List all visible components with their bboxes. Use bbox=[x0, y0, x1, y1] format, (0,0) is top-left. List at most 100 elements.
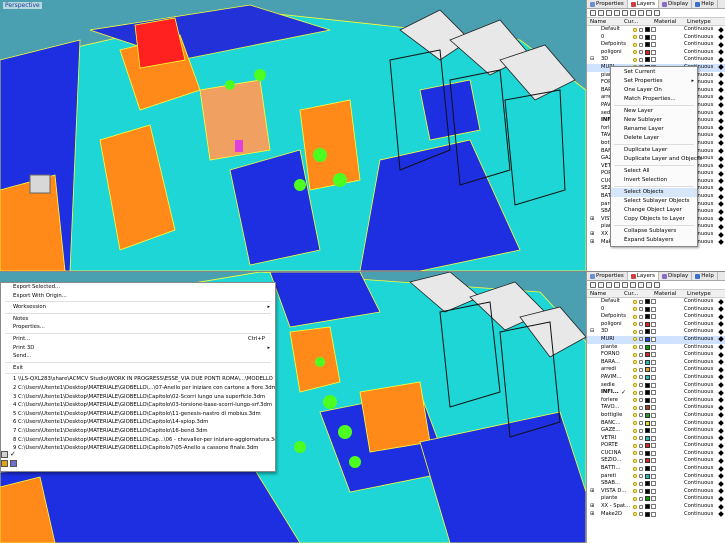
material-swatch[interactable] bbox=[651, 306, 656, 312]
layer-row[interactable]: ⊞ XX - Spat... Continuous bbox=[587, 503, 725, 511]
print-color-icon[interactable] bbox=[718, 163, 724, 170]
layer-color-swatch[interactable] bbox=[645, 321, 650, 327]
material-swatch[interactable] bbox=[651, 374, 656, 380]
layer-color-swatch[interactable] bbox=[645, 336, 650, 342]
expander-icon[interactable]: ⊞ bbox=[590, 216, 594, 224]
visibility-bulb-icon[interactable] bbox=[633, 413, 637, 418]
context-menu-item[interactable]: Select Objects bbox=[611, 188, 697, 197]
column-current[interactable]: Cur... bbox=[621, 19, 651, 25]
select-tool-icon[interactable] bbox=[1, 451, 8, 458]
file-menu-item[interactable]: Notes bbox=[1, 315, 275, 324]
lock-icon[interactable] bbox=[639, 337, 643, 342]
visibility-bulb-icon[interactable] bbox=[633, 307, 637, 312]
layer-row[interactable]: PORTE Continuous bbox=[587, 442, 725, 450]
linetype-label[interactable]: Continuous bbox=[684, 344, 713, 352]
linetype-label[interactable]: Continuous bbox=[684, 450, 713, 458]
print-color-icon[interactable] bbox=[718, 321, 724, 328]
lock-icon[interactable] bbox=[639, 413, 643, 418]
visibility-bulb-icon[interactable] bbox=[633, 375, 637, 380]
linetype-label[interactable]: Continuous bbox=[684, 457, 713, 465]
layer-color-swatch[interactable] bbox=[645, 382, 650, 388]
gumball-tool-icon[interactable] bbox=[1, 460, 8, 467]
visibility-bulb-icon[interactable] bbox=[633, 50, 637, 55]
print-color-icon[interactable] bbox=[718, 450, 724, 457]
expander-icon[interactable]: ⊞ bbox=[590, 503, 594, 511]
linetype-label[interactable]: Continuous bbox=[684, 374, 713, 382]
file-menu-item[interactable]: 2 C:\Users\Utente1\Desktop\MATERIALE\GIO… bbox=[1, 384, 275, 393]
visibility-bulb-icon[interactable] bbox=[633, 42, 637, 47]
tab-layers[interactable]: Layers bbox=[627, 272, 659, 280]
print-color-icon[interactable] bbox=[718, 72, 724, 78]
layer-row[interactable]: sedie Continuous bbox=[587, 382, 725, 390]
layer-color-swatch[interactable] bbox=[645, 352, 650, 358]
print-color-icon[interactable] bbox=[718, 87, 724, 94]
layer-color-swatch[interactable] bbox=[645, 57, 650, 63]
print-color-icon[interactable] bbox=[718, 298, 724, 305]
visibility-bulb-icon[interactable] bbox=[633, 496, 637, 501]
layer-color-swatch[interactable] bbox=[645, 34, 650, 40]
file-menu-item[interactable]: 1 \\LS-QXL283\share\ACMCV Studio\WORK IN… bbox=[1, 375, 275, 384]
layer-row[interactable]: GAZE... Continuous bbox=[587, 427, 725, 435]
perspective-viewport[interactable]: Export Selected... Export With Origin... W… bbox=[0, 272, 586, 543]
file-menu-item[interactable]: Print 3D ▸ bbox=[1, 344, 275, 353]
linetype-label[interactable]: Continuous bbox=[684, 366, 713, 374]
help-icon[interactable] bbox=[654, 282, 660, 288]
context-menu-item[interactable]: Select Sublayer Objects bbox=[611, 197, 697, 206]
print-color-icon[interactable] bbox=[718, 178, 724, 185]
lock-icon[interactable] bbox=[639, 466, 643, 471]
visibility-bulb-icon[interactable] bbox=[633, 443, 637, 448]
visibility-bulb-icon[interactable] bbox=[633, 329, 637, 334]
linetype-label[interactable]: Continuous bbox=[684, 56, 713, 64]
context-menu-item[interactable]: Delete Layer bbox=[611, 134, 697, 143]
linetype-label[interactable]: Continuous bbox=[684, 321, 713, 329]
column-linetype[interactable]: Linetype bbox=[684, 19, 711, 25]
layer-color-swatch[interactable] bbox=[645, 450, 650, 456]
material-swatch[interactable] bbox=[651, 314, 656, 320]
lock-icon[interactable] bbox=[639, 398, 643, 403]
check-icon[interactable]: ✓ bbox=[10, 451, 17, 458]
layer-row[interactable]: INFI...✓ Continuous bbox=[587, 389, 725, 397]
help-icon[interactable] bbox=[654, 10, 660, 16]
file-menu-item[interactable]: Send... bbox=[1, 352, 275, 361]
lock-icon[interactable] bbox=[639, 390, 643, 395]
print-color-icon[interactable] bbox=[718, 132, 724, 139]
tab-help[interactable]: Help bbox=[692, 272, 718, 280]
visibility-bulb-icon[interactable] bbox=[633, 367, 637, 372]
visibility-bulb-icon[interactable] bbox=[633, 337, 637, 342]
visibility-bulb-icon[interactable] bbox=[633, 428, 637, 433]
layer-row[interactable]: 0 Continuous bbox=[587, 34, 725, 42]
layer-color-swatch[interactable] bbox=[645, 299, 650, 304]
material-swatch[interactable] bbox=[651, 458, 656, 464]
visibility-bulb-icon[interactable] bbox=[633, 405, 637, 410]
layer-row[interactable]: forlere Continuous bbox=[587, 397, 725, 405]
print-color-icon[interactable] bbox=[718, 216, 724, 223]
layer-color-swatch[interactable] bbox=[645, 390, 650, 396]
context-menu-item[interactable]: Duplicate Layer bbox=[611, 146, 697, 155]
lock-icon[interactable] bbox=[639, 360, 643, 365]
print-color-icon[interactable] bbox=[718, 26, 724, 33]
print-color-icon[interactable] bbox=[718, 155, 724, 162]
layer-row[interactable]: BARA... Continuous bbox=[587, 359, 725, 367]
filter-icon[interactable] bbox=[638, 10, 644, 16]
move-down-icon[interactable] bbox=[622, 10, 628, 16]
layer-row[interactable]: Default Continuous bbox=[587, 26, 725, 34]
linetype-label[interactable]: Continuous bbox=[684, 427, 713, 435]
context-menu-item[interactable]: Select All bbox=[611, 167, 697, 176]
print-color-icon[interactable] bbox=[718, 374, 724, 381]
current-layer-check[interactable]: ✓ bbox=[621, 389, 626, 397]
lock-icon[interactable] bbox=[639, 329, 643, 334]
print-color-icon[interactable] bbox=[718, 231, 724, 238]
column-name[interactable]: Name bbox=[587, 19, 621, 25]
material-swatch[interactable] bbox=[651, 49, 656, 55]
visibility-bulb-icon[interactable] bbox=[633, 504, 637, 509]
lock-icon[interactable] bbox=[639, 322, 643, 327]
layer-color-swatch[interactable] bbox=[645, 344, 650, 350]
visibility-bulb-icon[interactable] bbox=[633, 512, 637, 517]
new-layer-icon[interactable] bbox=[590, 10, 596, 16]
print-color-icon[interactable] bbox=[718, 382, 724, 388]
visibility-bulb-icon[interactable] bbox=[633, 421, 637, 425]
visibility-bulb-icon[interactable] bbox=[633, 390, 637, 395]
material-swatch[interactable] bbox=[651, 412, 656, 418]
linetype-label[interactable]: Continuous bbox=[684, 389, 713, 397]
layer-row[interactable]: CUCINA Continuous bbox=[587, 450, 725, 458]
